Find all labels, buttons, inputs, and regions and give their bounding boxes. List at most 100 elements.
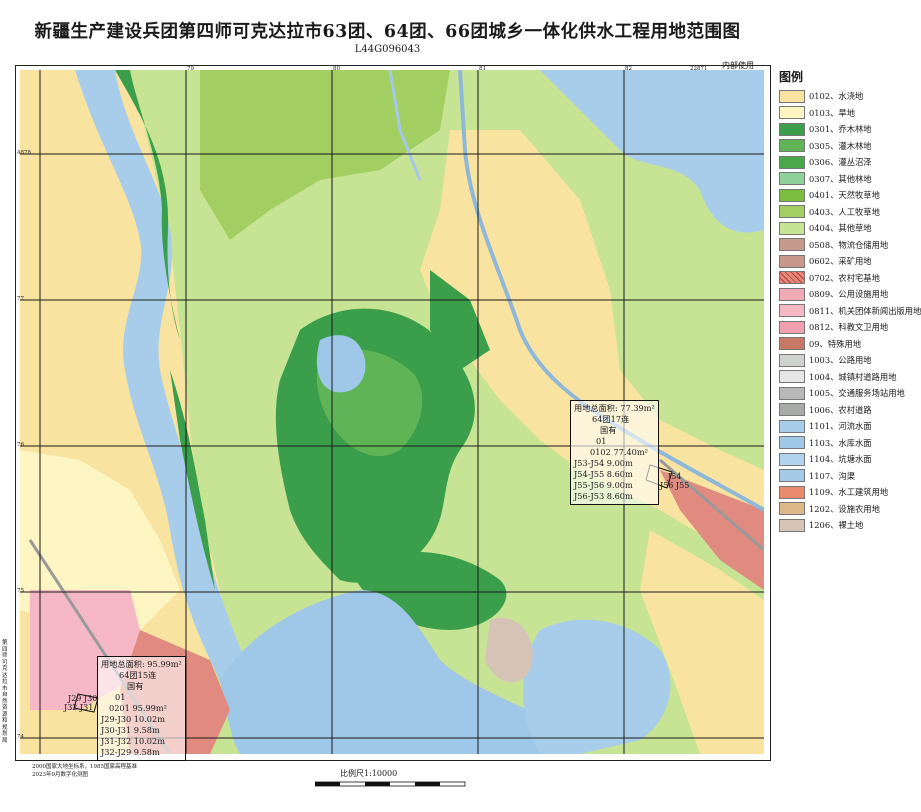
legend-item: 0305、灌木林地	[779, 138, 921, 155]
legend-item: 09、特殊用地	[779, 336, 921, 353]
legend-label: 1006、农村道路	[809, 404, 872, 415]
legend-swatch	[779, 155, 805, 169]
grid-label-left-2: 77	[17, 296, 24, 302]
parcel-info-left[interactable]: 用地总面积: 95.99m² 64团15连 国有 01 0201 95.99m²…	[97, 656, 186, 761]
legend-label: 09、特殊用地	[809, 338, 862, 349]
legend-label: 0508、物流仓储用地	[809, 239, 889, 250]
legend-item: 0307、其他林地	[779, 171, 921, 188]
legend-swatch	[779, 403, 805, 417]
legend-label: 1004、城镇村道路用地	[809, 371, 897, 382]
parcel-left-line: 国有	[127, 681, 144, 691]
parcel-left-line: 64团15连	[119, 670, 157, 680]
scale-label: 比例尺1:10000	[340, 769, 398, 778]
side-note: 第四师可克达拉市自然资源和规划局	[2, 640, 8, 744]
legend-swatch	[779, 106, 805, 120]
legend-swatch	[779, 337, 805, 351]
legend-label: 0307、其他林地	[809, 173, 872, 184]
legend-item: 0811、机关团体新闻出版用地	[779, 303, 921, 320]
parcel-left-line: J32-J29 9.58m	[101, 747, 160, 757]
legend-item: 1004、城镇村道路用地	[779, 369, 921, 386]
point-label-left-a: J29 J30	[68, 694, 98, 703]
legend-label: 0401、天然牧草地	[809, 190, 880, 201]
grid-label-top-4: 82	[625, 66, 632, 72]
legend-label: 1107、沟渠	[809, 470, 856, 481]
parcel-right-line: J54-J55 8.60m	[574, 469, 633, 479]
parcel-right-line: J56-J53 8.60m	[574, 491, 633, 501]
legend-label: 1206、裸土地	[809, 520, 864, 531]
map-title: 新疆生产建设兵团第四师可克达拉市63团、64团、66团城乡一体化供水工程用地范围…	[34, 22, 741, 42]
legend-swatch	[779, 287, 805, 301]
legend-title: 图例	[779, 70, 804, 84]
legend-swatch	[779, 353, 805, 367]
parcel-right-line: J55-J56 9.00m	[574, 480, 633, 490]
grid-label-left-4: 75	[17, 588, 24, 594]
legend-item: 0404、其他草地	[779, 220, 921, 237]
legend-item: 1202、设施农用地	[779, 501, 921, 518]
legend-item: 0301、乔木林地	[779, 121, 921, 138]
parcel-right-line: 0102 77.40m²	[590, 447, 648, 457]
parcel-left-line: 用地总面积: 95.99m²	[101, 659, 182, 669]
legend-swatch	[779, 238, 805, 252]
legend-item: 0602、采矿用地	[779, 253, 921, 270]
legend-item: 0508、物流仓储用地	[779, 237, 921, 254]
legend-label: 0301、乔木林地	[809, 124, 872, 135]
legend-label: 0305、灌木林地	[809, 140, 872, 151]
point-label-left-b: J32 J31	[64, 703, 94, 712]
legend-item: 1206、裸土地	[779, 517, 921, 534]
legend-item: 1107、沟渠	[779, 468, 921, 485]
legend-label: 1202、设施农用地	[809, 503, 880, 514]
legend-item: 1103、水库水面	[779, 435, 921, 452]
parcel-right-line: 国有	[600, 425, 617, 435]
legend-label: 0811、机关团体新闻出版用地	[809, 305, 921, 316]
legend-swatch	[779, 320, 805, 334]
legend-item: 0102、水浇地	[779, 88, 921, 105]
legend-label: 1003、公路用地	[809, 355, 872, 366]
legend-swatch	[779, 452, 805, 466]
legend-label: 0809、公用设施用地	[809, 289, 889, 300]
legend-item: 0306、灌丛沼泽	[779, 154, 921, 171]
legend-item: 0401、天然牧草地	[779, 187, 921, 204]
legend-label: 0306、灌丛沼泽	[809, 157, 872, 168]
legend-swatch	[779, 370, 805, 384]
legend-label: 0602、采矿用地	[809, 256, 872, 267]
grid-label-top-2: 80	[333, 66, 340, 72]
survey-date-note: 2023年9月数字化测图	[32, 772, 88, 778]
point-label-right-b: J56 J55	[660, 481, 690, 490]
grid-label-top-5: 22871	[690, 66, 708, 72]
parcel-right-line: 64团17连	[592, 414, 630, 424]
legend-swatch	[779, 304, 805, 318]
legend-label: 1103、水库水面	[809, 437, 872, 448]
legend-swatch	[779, 271, 805, 285]
parcel-left-line: 01	[115, 692, 126, 702]
grid-label-top-3: 81	[479, 66, 486, 72]
legend-swatch	[779, 419, 805, 433]
legend-label: 1005、交通服务场站用地	[809, 388, 905, 399]
legend-swatch	[779, 205, 805, 219]
legend-label: 1109、水工建筑用地	[809, 487, 889, 498]
legend-label: 0103、旱地	[809, 107, 856, 118]
legend-item: 1006、农村道路	[779, 402, 921, 419]
legend-swatch	[779, 221, 805, 235]
parcel-left-line: J29-J30 10.02m	[101, 714, 165, 724]
legend-swatch	[779, 436, 805, 450]
legend-label: 0702、农村宅基地	[809, 272, 880, 283]
legend-swatch	[779, 188, 805, 202]
legend-item: 1109、水工建筑用地	[779, 484, 921, 501]
grid-label-left-3: 76	[17, 442, 24, 448]
legend-item: 0403、人工牧草地	[779, 204, 921, 221]
map-number: L44G096043	[354, 44, 421, 55]
legend-swatch	[779, 485, 805, 499]
legend-swatch	[779, 122, 805, 136]
coordinate-note: 2000国家大地坐标系，1985国家高程基准	[32, 764, 137, 770]
parcel-info-right[interactable]: 用地总面积: 77.39m² 64团17连 国有 01 0102 77.40m²…	[570, 400, 659, 505]
legend-label: 1104、坑塘水面	[809, 454, 872, 465]
grid-label-left-5: 74	[17, 734, 24, 740]
legend-swatch	[779, 139, 805, 153]
legend-swatch	[779, 469, 805, 483]
legend-swatch	[779, 89, 805, 103]
legend-swatch	[779, 386, 805, 400]
legend-item: 0702、农村宅基地	[779, 270, 921, 287]
parcel-left-line: J31-J32 10.02m	[101, 736, 165, 746]
legend: 0102、水浇地 0103、旱地 0301、乔木林地 0305、灌木林地 0306、灌丛…	[779, 88, 921, 534]
legend-swatch	[779, 254, 805, 268]
